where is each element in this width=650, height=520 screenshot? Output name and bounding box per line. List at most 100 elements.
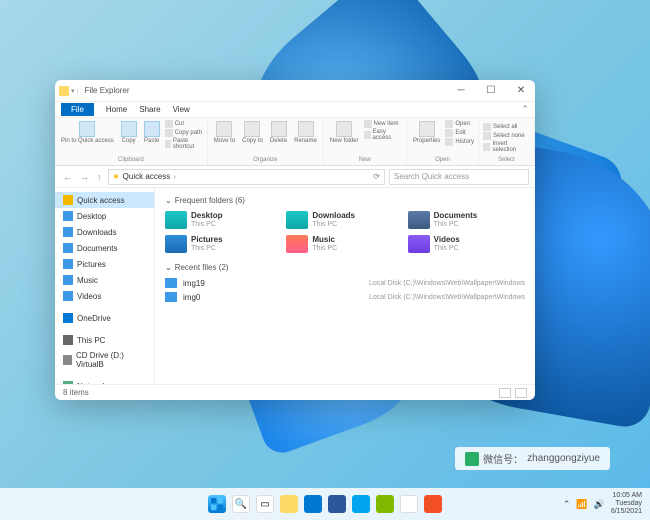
frequent-folders-header[interactable]: ⌄Frequent folders (6) [165,196,525,205]
network-tray-icon[interactable]: 📶 [576,499,587,510]
taskbar[interactable]: 🔍 ▭ ⌃ 📶 🔊 10:05 AMTuesday6/15/2021 [0,488,650,520]
desktop-icon [63,211,73,221]
recent-file[interactable]: img0Local Disk (C:)\Windows\Web\Wallpape… [165,292,525,302]
tab-share[interactable]: Share [139,105,160,114]
sidebar-item-onedrive[interactable]: OneDrive [55,310,154,326]
system-tray[interactable]: ⌃ 📶 🔊 10:05 AMTuesday6/15/2021 [563,492,642,515]
sidebar-item-music[interactable]: Music [55,272,154,288]
ribbon-collapse-icon[interactable]: ⌃ [521,104,529,115]
history-button[interactable]: History [445,138,474,146]
sidebar-item-desktop[interactable]: Desktop [55,208,154,224]
new-folder-button[interactable]: New folder [328,120,361,145]
taskbar-explorer-icon[interactable] [280,495,298,513]
move-to-button[interactable]: Move to [212,120,237,145]
paste-shortcut-button[interactable]: Paste shortcut [165,138,203,150]
sidebar-item-cd-drive[interactable]: CD Drive (D:) VirtualB [55,348,154,372]
tab-view[interactable]: View [173,105,190,114]
nav-up-button[interactable]: ↑ [95,172,104,182]
folder-icon [165,211,187,229]
folder-icon [408,235,430,253]
pin-quick-access-button[interactable]: Pin to Quick access [59,120,116,145]
documents-icon [63,243,73,253]
taskbar-app-icon[interactable] [352,495,370,513]
sidebar-item-pictures[interactable]: Pictures [55,256,154,272]
copy-button[interactable]: Copy [119,120,139,145]
taskbar-app-icon[interactable] [328,495,346,513]
start-button[interactable] [208,495,226,513]
view-icons-button[interactable] [515,388,527,398]
ribbon: Pin to Quick access Copy Paste Cut Copy … [55,118,535,166]
cut-icon [165,120,173,128]
open-button[interactable]: Open [445,120,474,128]
item-count: 8 items [63,388,89,397]
folder-icon [408,211,430,229]
taskbar-app-icon[interactable] [376,495,394,513]
recent-files-header[interactable]: ⌄Recent files (2) [165,263,525,272]
select-all-icon [483,123,491,131]
folder-videos[interactable]: VideosThis PC [408,235,525,253]
clock[interactable]: 10:05 AMTuesday6/15/2021 [611,492,642,515]
shortcut-icon [165,140,171,148]
titlebar[interactable]: ▾| File Explorer ─ ☐ ✕ [55,80,535,102]
task-view-icon[interactable]: ▭ [256,495,274,513]
open-icon [445,120,453,128]
refresh-icon[interactable]: ⟳ [373,172,380,181]
taskbar-app-icon[interactable] [400,495,418,513]
image-icon [165,278,177,288]
search-input[interactable]: Search Quick access [389,169,529,185]
recent-file[interactable]: img19Local Disk (C:)\Windows\Web\Wallpap… [165,278,525,288]
taskbar-store-icon[interactable] [424,495,442,513]
sidebar-item-documents[interactable]: Documents [55,240,154,256]
properties-button[interactable]: Properties [411,120,442,145]
folder-icon [286,211,308,229]
copy-to-button[interactable]: Copy to [240,120,265,145]
file-explorer-window: ▾| File Explorer ─ ☐ ✕ File Home Share V… [55,80,535,400]
folder-pictures[interactable]: PicturesThis PC [165,235,282,253]
maximize-button[interactable]: ☐ [481,85,501,96]
qa-dropdown-icon[interactable]: ▾ [71,87,75,95]
folder-desktop[interactable]: DesktopThis PC [165,211,282,229]
folder-music[interactable]: MusicThis PC [286,235,403,253]
nav-back-button[interactable]: ← [61,172,74,182]
folder-icon [59,86,69,96]
rename-button[interactable]: Rename [292,120,319,145]
tab-home[interactable]: Home [106,105,127,114]
copy-path-button[interactable]: Copy path [165,129,203,137]
downloads-icon [63,227,73,237]
easy-access-button[interactable]: Easy access [364,129,402,141]
sidebar-item-quick-access[interactable]: Quick access [55,192,154,208]
copy-path-icon [165,129,173,137]
sidebar: Quick access Desktop Downloads Documents… [55,188,155,384]
new-item-icon [364,120,372,128]
taskbar-edge-icon[interactable] [304,495,322,513]
folder-icon [165,235,187,253]
nav-forward-button[interactable]: → [78,172,91,182]
cut-button[interactable]: Cut [165,120,203,128]
pictures-icon [63,259,73,269]
cd-icon [63,355,72,365]
close-button[interactable]: ✕ [511,85,531,96]
select-all-button[interactable]: Select all [483,123,530,131]
address-bar[interactable]: ★ Quick access › ⟳ [108,169,386,185]
tab-file[interactable]: File [61,103,94,116]
minimize-button[interactable]: ─ [451,85,471,96]
ribbon-tabs: File Home Share View ⌃ [55,102,535,118]
sidebar-item-downloads[interactable]: Downloads [55,224,154,240]
invert-selection-button[interactable]: Invert selection [483,141,530,153]
select-none-button[interactable]: Select none [483,132,530,140]
folder-documents[interactable]: DocumentsThis PC [408,211,525,229]
folder-downloads[interactable]: DownloadsThis PC [286,211,403,229]
paste-button[interactable]: Paste [142,120,162,145]
status-bar: 8 items [55,384,535,400]
delete-button[interactable]: Delete [268,120,289,145]
tray-chevron-icon[interactable]: ⌃ [563,499,571,510]
volume-tray-icon[interactable]: 🔊 [594,499,605,510]
sidebar-item-this-pc[interactable]: This PC [55,332,154,348]
taskbar-search-icon[interactable]: 🔍 [232,495,250,513]
view-details-button[interactable] [499,388,511,398]
new-item-button[interactable]: New item [364,120,402,128]
sidebar-item-videos[interactable]: Videos [55,288,154,304]
window-title: File Explorer [85,86,130,95]
edit-button[interactable]: Edit [445,129,474,137]
image-icon [165,292,177,302]
